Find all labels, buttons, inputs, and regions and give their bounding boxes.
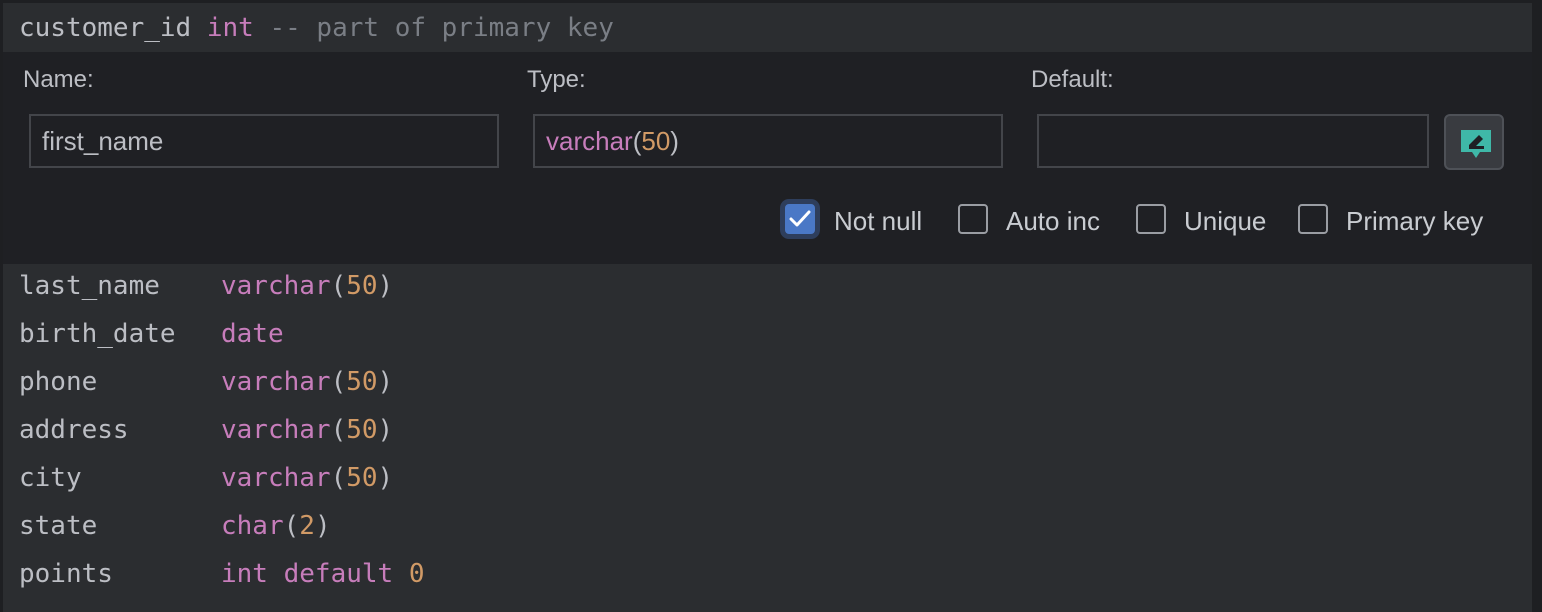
type-keyword: varchar bbox=[221, 415, 331, 445]
not-null-checkbox[interactable]: Not null bbox=[775, 198, 945, 246]
paren-close: ) bbox=[377, 271, 394, 301]
checkbox-box bbox=[785, 204, 815, 234]
checkbox-label: Primary key bbox=[1346, 206, 1484, 236]
type-keyword: varchar bbox=[546, 126, 633, 156]
column-editor-panel: customer_id int -- part of primary key N… bbox=[3, 3, 1532, 612]
type-paren-close: ) bbox=[670, 126, 679, 156]
checkbox-label: Not null bbox=[834, 206, 923, 236]
paren-close: ) bbox=[377, 367, 394, 397]
checkbox-box bbox=[1298, 204, 1328, 234]
type-keyword: varchar bbox=[221, 271, 331, 301]
paren-open bbox=[393, 559, 409, 589]
type-field[interactable]: varchar(50) bbox=[533, 114, 1003, 168]
column-comment: -- part of primary key bbox=[269, 13, 614, 43]
column-row-points[interactable]: points int default 0 bbox=[3, 552, 1532, 600]
column-edit-form: Name: Type: Default: first_name varchar(… bbox=[3, 52, 1532, 264]
default-field[interactable] bbox=[1037, 114, 1429, 168]
paren-close: ) bbox=[314, 511, 331, 541]
column-name: points bbox=[19, 559, 113, 589]
primary-key-checkbox[interactable]: Primary key bbox=[1295, 198, 1515, 246]
name-label: Name: bbox=[23, 66, 94, 93]
column-row-phone[interactable]: phone varchar(50) bbox=[3, 360, 1532, 408]
check-icon bbox=[789, 210, 811, 227]
column-name: birth_date bbox=[19, 319, 176, 349]
paren-open: ( bbox=[283, 511, 300, 541]
column-name: state bbox=[19, 511, 98, 541]
column-row-state[interactable]: state char(2) bbox=[3, 504, 1532, 552]
type-argument: 50 bbox=[346, 271, 378, 301]
column-type: int default 0 bbox=[221, 559, 425, 589]
type-label: Type: bbox=[527, 66, 586, 93]
type-keyword: varchar bbox=[221, 367, 331, 397]
name-field[interactable]: first_name bbox=[29, 114, 499, 168]
edit-comment-button[interactable] bbox=[1444, 114, 1504, 170]
column-row-birth-date[interactable]: birth_date date bbox=[3, 312, 1532, 360]
paren-open: ( bbox=[330, 271, 347, 301]
column-row-last-name[interactable]: last_name varchar(50) bbox=[3, 264, 1532, 312]
column-type: date bbox=[221, 319, 284, 349]
paren-close: ) bbox=[377, 463, 394, 493]
column-type: varchar(50) bbox=[221, 415, 393, 445]
column-name: last_name bbox=[19, 271, 160, 301]
type-keyword: int default bbox=[221, 559, 394, 589]
paren-open: ( bbox=[330, 367, 347, 397]
column-type: char(2) bbox=[221, 511, 331, 541]
type-argument: 50 bbox=[346, 415, 378, 445]
type-argument: 0 bbox=[408, 559, 425, 589]
column-type: varchar(50) bbox=[221, 463, 393, 493]
auto-inc-checkbox[interactable]: Auto inc bbox=[955, 198, 1125, 246]
type-keyword: varchar bbox=[221, 463, 331, 493]
paren-open: ( bbox=[330, 415, 347, 445]
type-argument: 50 bbox=[641, 126, 671, 156]
checkbox-label: Auto inc bbox=[1006, 206, 1100, 236]
edit-comment-icon bbox=[1461, 130, 1491, 158]
window-edge bbox=[1532, 0, 1542, 612]
column-type: varchar(50) bbox=[221, 367, 393, 397]
column-row-address[interactable]: address varchar(50) bbox=[3, 408, 1532, 456]
type-keyword: date bbox=[221, 319, 284, 349]
checkbox-label: Unique bbox=[1184, 206, 1267, 236]
paren-close: ) bbox=[377, 415, 394, 445]
type-argument: 50 bbox=[346, 463, 378, 493]
column-name: customer_id bbox=[19, 13, 192, 43]
checkbox-box bbox=[958, 204, 988, 234]
type-argument: 50 bbox=[346, 367, 378, 397]
column-type: varchar(50) bbox=[221, 271, 393, 301]
paren-open: ( bbox=[330, 463, 347, 493]
checkbox-box bbox=[1136, 204, 1166, 234]
column-name: city bbox=[19, 463, 82, 493]
collapsed-column-row[interactable]: customer_id int -- part of primary key bbox=[3, 3, 1532, 52]
type-argument: 2 bbox=[299, 511, 315, 541]
column-row-city[interactable]: city varchar(50) bbox=[3, 456, 1532, 504]
type-keyword: char bbox=[221, 511, 284, 541]
column-type: int bbox=[206, 13, 254, 43]
unique-checkbox[interactable]: Unique bbox=[1133, 198, 1293, 246]
default-label: Default: bbox=[1031, 66, 1114, 93]
column-name: address bbox=[19, 415, 129, 445]
column-definition: customer_id int -- part of primary key bbox=[19, 13, 614, 43]
column-name: phone bbox=[19, 367, 98, 397]
